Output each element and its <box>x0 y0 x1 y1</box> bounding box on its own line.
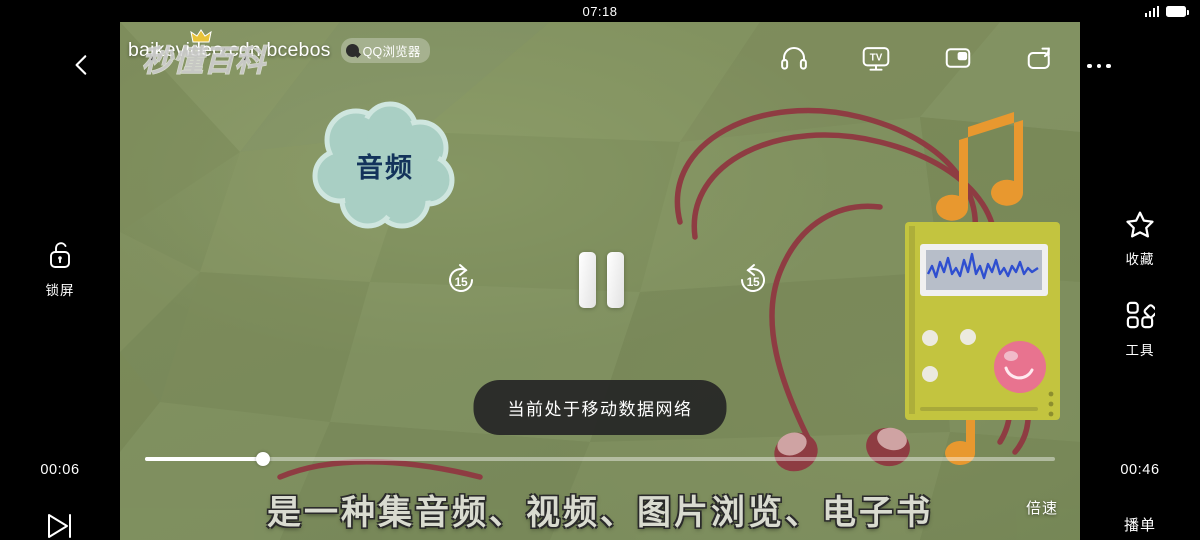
video-top-overlay: baikevideo.cdn.bcebos QQ浏览器 TV <box>120 22 1080 92</box>
source-badge[interactable]: QQ浏览器 <box>340 38 430 63</box>
source-badge-label: QQ浏览器 <box>362 45 421 59</box>
progress-fill <box>145 457 264 461</box>
current-time: 00:06 <box>40 462 80 478</box>
tools-label: 工具 <box>1125 343 1155 358</box>
media-device-illustration <box>905 222 1060 420</box>
subtitle-text: 是一种集音频、视频、图片浏览、电子书 <box>267 494 933 532</box>
audio-cloud-badge: 音频 <box>310 100 460 230</box>
pause-bar-left <box>578 252 596 308</box>
left-rail: 锁屏 00:06 <box>0 22 120 540</box>
signal-bars-icon <box>1144 5 1159 17</box>
next-track-icon[interactable] <box>37 504 83 540</box>
progress-thumb[interactable] <box>256 452 271 466</box>
video-title-group: baikevideo.cdn.bcebos QQ浏览器 <box>128 38 430 63</box>
back-chevron-icon[interactable] <box>62 45 102 85</box>
star-icon <box>1126 211 1154 238</box>
rewind-15-icon[interactable]: 15 <box>431 250 491 310</box>
rotate-screen-icon[interactable] <box>1022 40 1058 76</box>
favorite-button[interactable]: 收藏 <box>1090 210 1190 268</box>
status-indicators <box>1144 0 1189 22</box>
unlock-icon <box>50 242 70 268</box>
picture-in-picture-icon[interactable] <box>940 40 976 76</box>
battery-icon <box>1166 5 1189 17</box>
pause-bar-right <box>606 252 624 308</box>
cloud-label: 音频 <box>356 152 414 183</box>
video-top-actions: TV <box>776 40 1058 76</box>
progress-track[interactable] <box>145 452 1055 466</box>
lock-screen-button[interactable]: 锁屏 <box>15 240 105 299</box>
pause-button[interactable] <box>563 240 639 320</box>
video-title: baikevideo.cdn.bcebos <box>128 39 331 61</box>
favorite-label: 收藏 <box>1125 252 1155 267</box>
lock-screen-label: 锁屏 <box>45 283 75 298</box>
right-rail: 收藏 工具 00:46 播单 <box>1080 22 1200 540</box>
tools-button[interactable]: 工具 <box>1090 300 1190 359</box>
status-bar: 07:18 <box>0 0 1200 22</box>
qq-browser-logo-icon <box>345 44 359 57</box>
video-surface[interactable]: 音频 baikevideo.cdn.bcebos QQ浏览器 TV 秒懂百科 1… <box>120 22 1080 540</box>
progress-bar-row <box>120 446 1080 472</box>
svg-text:TV: TV <box>870 52 883 63</box>
forward-15-icon[interactable]: 15 <box>723 250 783 310</box>
headphones-icon[interactable] <box>776 40 812 76</box>
tools-grid-icon <box>1126 301 1155 329</box>
playlist-button[interactable]: 播单 <box>1124 514 1156 535</box>
tv-cast-icon[interactable]: TV <box>858 40 894 76</box>
rewind-seconds-label: 15 <box>454 275 468 289</box>
playback-speed-button[interactable]: 倍速 <box>1026 497 1058 518</box>
status-clock: 07:18 <box>582 3 618 19</box>
forward-seconds-label: 15 <box>746 275 760 289</box>
network-toast: 当前处于移动数据网络 <box>473 380 727 435</box>
more-dots-icon[interactable] <box>1074 47 1124 85</box>
video-player-screen: 07:18 音频 baikevideo.cdn.bcebos QQ浏览器 TV … <box>0 0 1200 540</box>
total-time: 00:46 <box>1120 462 1160 478</box>
